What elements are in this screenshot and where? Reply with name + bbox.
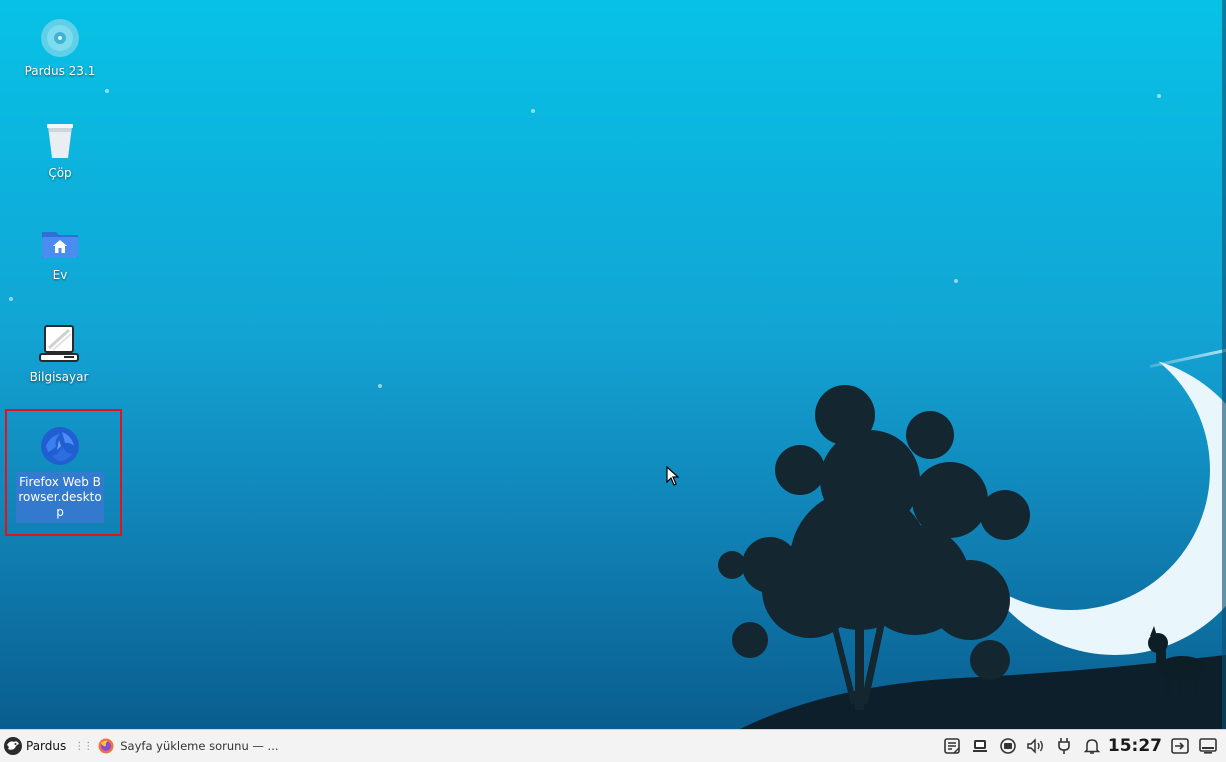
bell-icon[interactable] [1078,732,1106,760]
desktop-icon-label: Çöp [48,166,72,180]
desktop-icon-trash[interactable]: Çöp [10,118,110,181]
notes-icon[interactable] [938,732,966,760]
wallpaper-moon-tree-scene [660,360,1226,729]
trash-icon [38,118,82,162]
desktop-icon-label: Pardus 23.1 [24,64,96,78]
computer-icon [37,322,81,366]
desktop-icon-computer[interactable]: Bilgisayar [9,322,109,385]
star [531,109,535,113]
taskbar-window-title: Sayfa yükleme sorunu — ... [120,739,279,753]
network-icon[interactable] [994,732,1022,760]
window-switcher-icon[interactable] [966,732,994,760]
star [105,89,109,93]
clock[interactable]: 15:27 [1106,736,1166,756]
desktop[interactable]: Pardus 23.1 Çöp Ev Bilgisayar Firefox We… [0,0,1226,729]
firefox-task-icon [98,738,114,754]
desktop-icon-label: Firefox Web Browser.desktop [16,472,104,523]
home-folder-icon [38,220,82,264]
star [9,297,13,301]
taskbar: Pardus ⋮⋮ Sayfa yükleme sorunu — ... 15:… [0,729,1226,762]
star [1157,94,1161,98]
system-tray: 15:27 [938,730,1226,762]
mouse-cursor-icon [666,466,680,486]
application-menu-label: Pardus [26,739,67,753]
screen-edge [1222,0,1226,729]
disc-icon [38,16,82,60]
desktop-icon-home[interactable]: Ev [10,220,110,283]
taskbar-separator: ⋮⋮ [74,740,93,752]
firefox-icon [38,424,82,468]
application-menu-button[interactable]: Pardus [0,730,70,762]
desktop-icon-label: Ev [52,268,68,282]
desktop-icon-pardus[interactable]: Pardus 23.1 [10,16,110,79]
show-desktop-icon[interactable] [1194,732,1222,760]
power-plug-icon[interactable] [1050,732,1078,760]
volume-icon[interactable] [1022,732,1050,760]
pardus-logo-icon [4,737,22,755]
desktop-icon-firefox[interactable]: Firefox Web Browser.desktop [10,424,110,523]
taskbar-window-firefox[interactable]: Sayfa yükleme sorunu — ... [98,730,279,762]
desktop-icon-label: Bilgisayar [29,370,89,384]
star [954,279,958,283]
logout-icon[interactable] [1166,732,1194,760]
star [378,384,382,388]
